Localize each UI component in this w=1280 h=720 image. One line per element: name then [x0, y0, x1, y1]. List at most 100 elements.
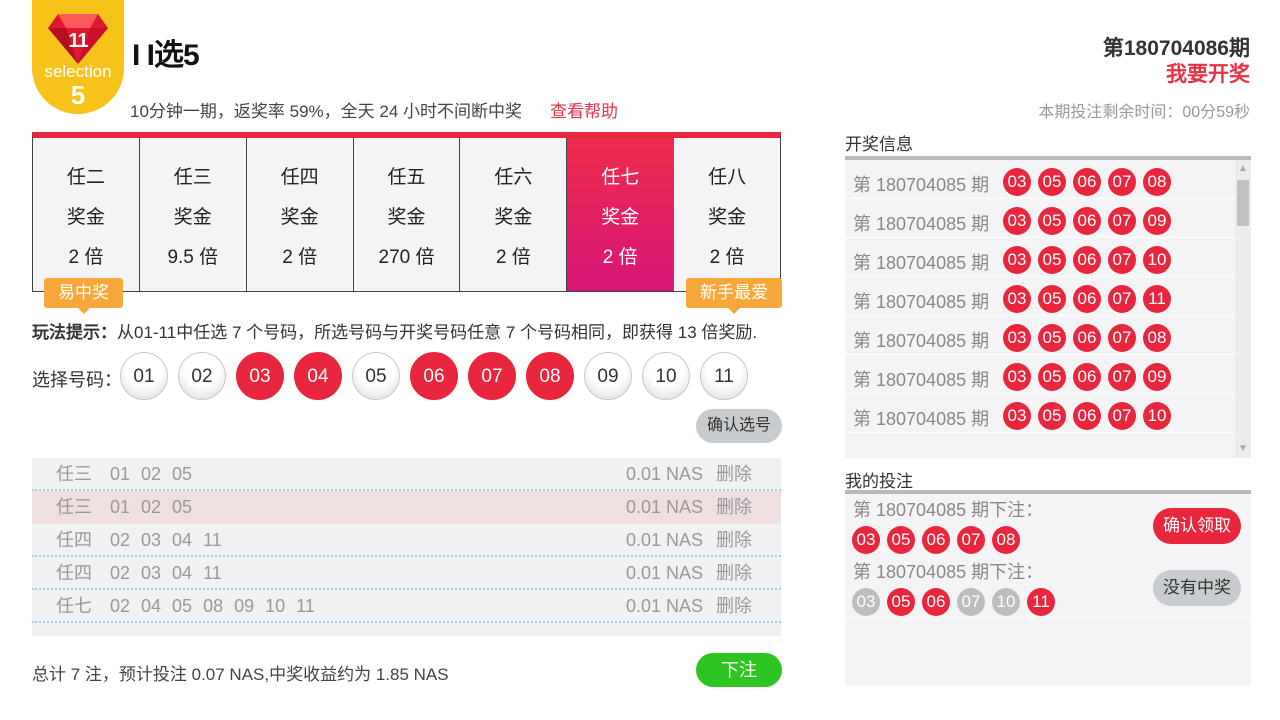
bet-list: 任三 01 02 05 0.01 NAS 删除 任三 01 02 05 0.01 NAS 删除…: [32, 458, 781, 636]
scroll-down-icon[interactable]: ▼: [1235, 442, 1251, 456]
number-ball-09[interactable]: 09: [584, 352, 632, 400]
tab-name: 任六: [494, 167, 533, 188]
result-ball: 09: [1143, 363, 1171, 391]
delete-bet-button[interactable]: 删除: [716, 458, 752, 491]
pick-label: 选择号码：: [32, 370, 122, 390]
bet-row: 任三 01 02 05 0.01 NAS 删除: [32, 458, 781, 491]
tab-multiple: 2 倍: [709, 247, 745, 268]
my-bet-ball: 05: [887, 526, 915, 554]
results-panel: 第 180704085 期 03 05 06 07 08 第 180704085 期 03 05…: [845, 156, 1251, 458]
result-ball: 06: [1073, 168, 1101, 196]
result-ball: 07: [1108, 168, 1136, 196]
my-bet-ball: 10: [992, 588, 1020, 616]
my-bet-ball: 05: [887, 588, 915, 616]
delete-bet-button[interactable]: 删除: [716, 590, 752, 623]
bet-row: 任七 02 04 05 08 09 10 11 0.01 NAS 删除: [32, 590, 781, 623]
bet-row: 任三 01 02 05 0.01 NAS 删除: [32, 491, 781, 524]
page-title: I I选5: [132, 39, 200, 72]
results-scrollbar[interactable]: ▲ ▼: [1235, 160, 1251, 458]
tab-prize-label: 奖金: [708, 207, 747, 228]
play-type-tabs: 任二 奖金 2 倍 任三 奖金 9.5 倍 任四 奖金 2 倍 任五 奖金 27…: [32, 132, 781, 292]
result-period: 第 180704085 期: [853, 175, 990, 195]
tab-ren5[interactable]: 任五 奖金 270 倍: [354, 138, 461, 291]
tab-name: 任四: [280, 167, 319, 188]
result-ball: 09: [1143, 207, 1171, 235]
result-ball: 03: [1003, 207, 1031, 235]
tab-ren4[interactable]: 任四 奖金 2 倍: [247, 138, 354, 291]
my-bet-ball: 08: [992, 526, 1020, 554]
result-ball: 05: [1038, 402, 1066, 430]
help-link[interactable]: 查看帮助: [550, 97, 618, 122]
tab-ren7[interactable]: 任七 奖金 2 倍: [567, 138, 675, 291]
number-ball-05[interactable]: 05: [352, 352, 400, 400]
result-ball: 03: [1003, 285, 1031, 313]
bet-row: 任四 02 03 04 11 0.01 NAS 删除: [32, 557, 781, 590]
my-bet-ball: 03: [852, 588, 880, 616]
number-ball-07[interactable]: 07: [468, 352, 516, 400]
result-ball: 07: [1108, 207, 1136, 235]
result-ball: 03: [1003, 168, 1031, 196]
place-bet-button[interactable]: 下注: [696, 653, 782, 687]
tab-multiple: 9.5 倍: [167, 247, 219, 268]
bet-row: 任四 02 03 04 11 0.01 NAS 删除: [32, 524, 781, 557]
my-bet-period: 第 180704085 期下注：: [853, 500, 1044, 520]
tab-ren3[interactable]: 任三 奖金 9.5 倍: [140, 138, 247, 291]
delete-bet-button[interactable]: 删除: [716, 557, 752, 590]
my-bets-title: 我的投注: [845, 472, 913, 491]
result-period: 第 180704085 期: [853, 253, 990, 273]
result-ball: 07: [1108, 246, 1136, 274]
result-period: 第 180704085 期: [853, 331, 990, 351]
result-row: 第 180704085 期 03 05 06 07 08: [845, 160, 1251, 199]
result-row: 第 180704085 期 03 05 06 07 09: [845, 355, 1251, 394]
number-ball-08[interactable]: 08: [526, 352, 574, 400]
result-row: 第 180704085 期 03 05 06 07 11: [845, 277, 1251, 316]
number-ball-03[interactable]: 03: [236, 352, 284, 400]
results-title: 开奖信息: [845, 135, 913, 154]
app-logo: 11 selection 5: [32, 0, 124, 114]
result-ball: 08: [1143, 168, 1171, 196]
scroll-thumb[interactable]: [1237, 180, 1249, 226]
result-ball: 08: [1143, 324, 1171, 352]
my-bets-panel: 第 180704085 期下注： 03 05 06 07 08 确认领取第 18070408…: [845, 490, 1251, 686]
number-ball-04[interactable]: 04: [294, 352, 342, 400]
my-bet-period: 第 180704085 期下注：: [853, 562, 1044, 582]
tab-prize-label: 奖金: [280, 207, 319, 228]
number-ball-02[interactable]: 02: [178, 352, 226, 400]
draw-link[interactable]: 我要开奖: [1166, 58, 1250, 88]
tab-prize-label: 奖金: [494, 207, 533, 228]
number-ball-06[interactable]: 06: [410, 352, 458, 400]
result-period: 第 180704085 期: [853, 409, 990, 429]
bet-type: 任四: [56, 563, 92, 583]
result-ball: 06: [1073, 363, 1101, 391]
result-ball: 11: [1143, 285, 1171, 313]
bet-numbers: 02 03 04 11: [110, 563, 222, 583]
bet-numbers: 01 02 05: [110, 464, 193, 484]
tab-prize-label: 奖金: [173, 207, 212, 228]
tab-name: 任七: [601, 167, 640, 188]
number-ball-11[interactable]: 11: [700, 352, 748, 400]
number-ball-01[interactable]: 01: [120, 352, 168, 400]
bet-amount: 0.01 NAS: [626, 464, 704, 484]
my-bet-ball: 07: [957, 588, 985, 616]
result-ball: 06: [1073, 207, 1101, 235]
bet-amount: 0.01 NAS: [626, 596, 704, 616]
number-picker: 01 02 03 04 05 06 07 08 09 10 11: [120, 352, 758, 400]
tab-ren2[interactable]: 任二 奖金 2 倍: [33, 138, 140, 291]
result-row: 第 180704085 期 03 05 06 07 09: [845, 199, 1251, 238]
tab-ren6[interactable]: 任六 奖金 2 倍: [460, 138, 568, 291]
result-ball: 06: [1073, 402, 1101, 430]
number-ball-10[interactable]: 10: [642, 352, 690, 400]
no-win-button[interactable]: 没有中奖: [1153, 570, 1241, 606]
my-bet-ball: 11: [1027, 588, 1055, 616]
bet-numbers: 02 03 04 11: [110, 530, 222, 550]
result-ball: 07: [1108, 285, 1136, 313]
scroll-up-icon[interactable]: ▲: [1235, 162, 1251, 176]
tab-ren8[interactable]: 任八 奖金 2 倍: [674, 138, 780, 291]
bet-type: 任七: [56, 596, 92, 616]
delete-bet-button[interactable]: 删除: [716, 491, 752, 524]
tab-multiple: 270 倍: [378, 247, 435, 268]
my-bet-ball: 03: [852, 526, 880, 554]
claim-prize-button[interactable]: 确认领取: [1153, 508, 1241, 544]
confirm-selection-button[interactable]: 确认选号: [696, 409, 782, 443]
delete-bet-button[interactable]: 删除: [716, 524, 752, 557]
